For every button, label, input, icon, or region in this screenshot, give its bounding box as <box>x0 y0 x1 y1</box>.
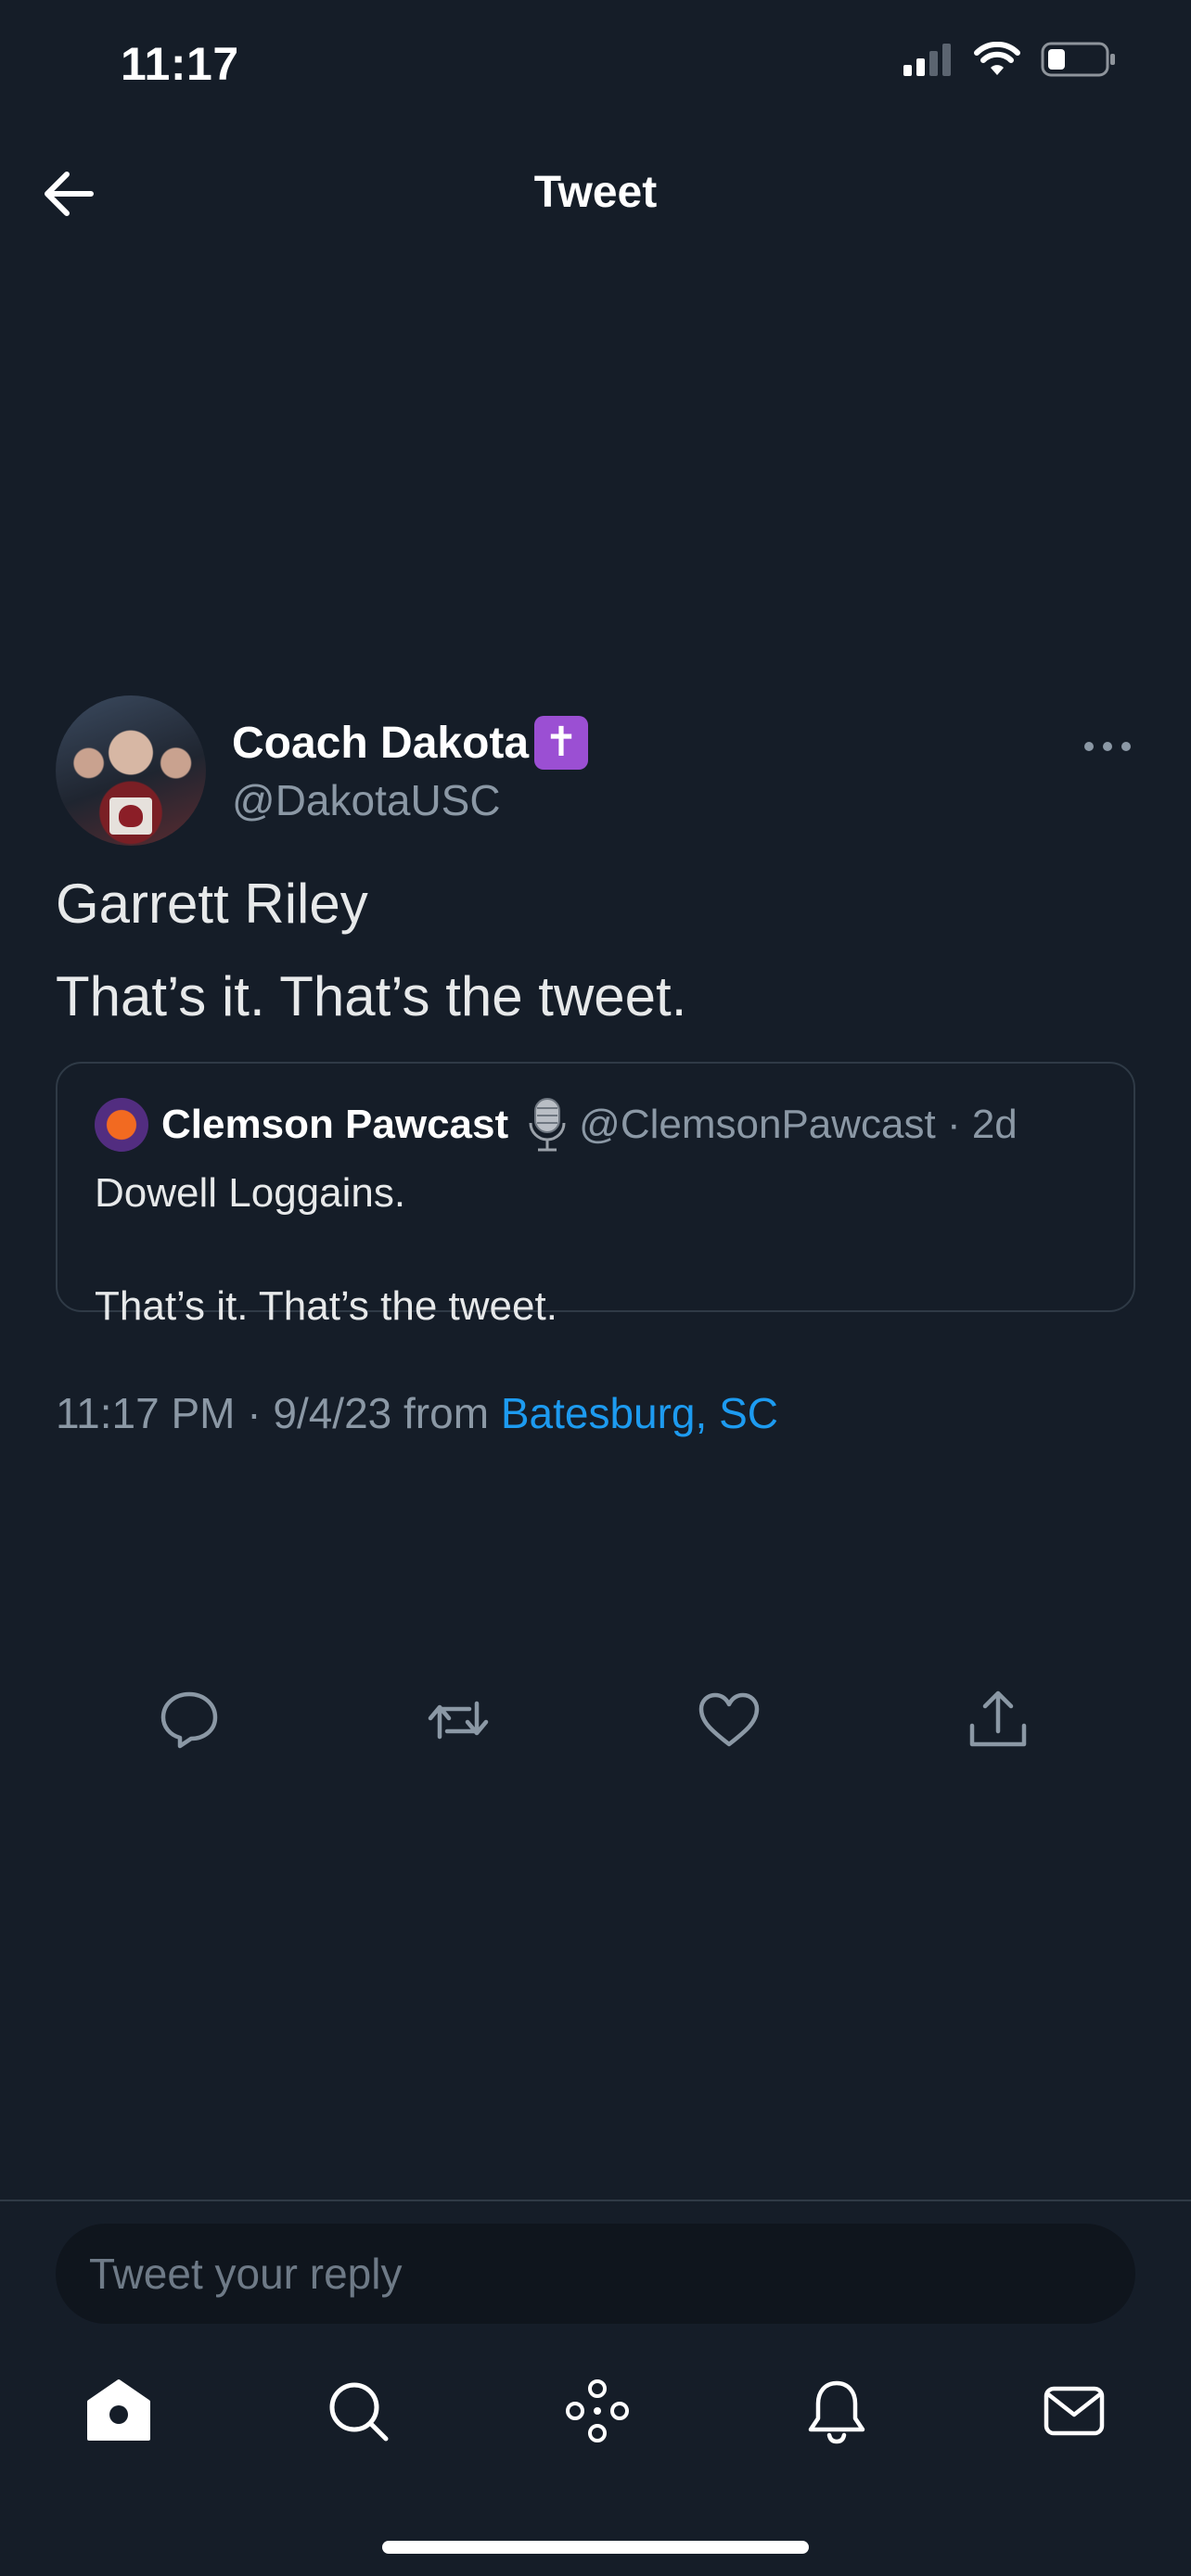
like-button[interactable] <box>692 1683 766 1757</box>
retweet-icon <box>421 1683 495 1757</box>
tweet-meta: 11:17 PM · 9/4/23 from Batesburg, SC <box>56 1388 1135 1438</box>
author-row: Coach Dakota ✝ @DakotaUSC <box>56 695 1135 848</box>
status-bar: 11:17 <box>0 0 1191 130</box>
more-icon <box>1080 733 1135 760</box>
reply-input[interactable]: Tweet your reply <box>56 2224 1135 2324</box>
notifications-icon <box>800 2374 874 2448</box>
more-options-button[interactable] <box>1080 733 1135 760</box>
author-name-row[interactable]: Coach Dakota ✝ <box>232 716 589 770</box>
wifi-icon <box>974 42 1020 77</box>
battery-icon <box>1041 41 1117 78</box>
tweet-location-link[interactable]: Batesburg, SC <box>501 1389 778 1437</box>
quoted-tweet-header: Clemson Pawcast @ClemsonPawcast · 2d <box>95 1097 1096 1153</box>
tab-home[interactable] <box>82 2374 156 2448</box>
page-title: Tweet <box>533 168 658 217</box>
quoted-author-avatar <box>95 1098 148 1152</box>
like-icon <box>692 1683 766 1757</box>
quoted-tweet-text: Dowell Loggains. That’s it. That’s the t… <box>95 1170 1096 1330</box>
tweet-text-line: Garrett Riley <box>56 873 368 935</box>
quoted-text-line: That’s it. That’s the tweet. <box>95 1283 557 1330</box>
tweet-action-bar <box>0 1683 1191 1766</box>
home-indicator[interactable] <box>382 2541 809 2554</box>
author-handle[interactable]: @DakotaUSC <box>232 775 501 825</box>
cellular-signal-icon <box>902 43 954 76</box>
composer-divider <box>0 2200 1191 2201</box>
tab-bar <box>0 2374 1191 2467</box>
tab-messages[interactable] <box>1037 2374 1111 2448</box>
share-icon <box>961 1683 1035 1757</box>
tab-notifications[interactable] <box>800 2374 874 2448</box>
navigation-header: Tweet <box>0 130 1191 255</box>
tab-search[interactable] <box>321 2374 395 2448</box>
author-display-name: Coach Dakota <box>232 718 530 768</box>
microphone-icon <box>527 1097 568 1153</box>
status-icons <box>902 41 1117 78</box>
tweet-detail-screen: 11:17 Tweet Coach Dakota ✝ @DakotaUSC Ga… <box>0 0 1191 2576</box>
quoted-text-line: Dowell Loggains. <box>95 1170 406 1216</box>
tweet-text: Garrett Riley That’s it. That’s the twee… <box>56 876 1135 1025</box>
tweet-timestamp: 11:17 PM · 9/4/23 from <box>56 1389 501 1437</box>
reply-icon <box>152 1683 226 1757</box>
cross-emoji-icon: ✝ <box>534 716 589 770</box>
quoted-author-handle-time: @ClemsonPawcast · 2d <box>579 1102 1018 1147</box>
share-button[interactable] <box>961 1683 1035 1757</box>
home-icon <box>82 2374 156 2448</box>
messages-icon <box>1037 2374 1111 2448</box>
search-icon <box>321 2374 395 2448</box>
tweet: Coach Dakota ✝ @DakotaUSC Garrett Riley … <box>56 695 1135 1438</box>
quoted-tweet[interactable]: Clemson Pawcast @ClemsonPawcast · 2d Dow… <box>56 1062 1135 1329</box>
tweet-text-line: That’s it. That’s the tweet. <box>56 965 687 1027</box>
tab-spaces[interactable] <box>560 2374 634 2448</box>
quoted-author-name: Clemson Pawcast <box>161 1102 509 1147</box>
reply-input-placeholder: Tweet your reply <box>89 2250 403 2298</box>
retweet-button[interactable] <box>421 1683 495 1757</box>
reply-button[interactable] <box>152 1683 226 1757</box>
spaces-icon <box>560 2374 634 2448</box>
author-avatar[interactable] <box>56 695 206 846</box>
status-time: 11:17 <box>121 38 239 90</box>
